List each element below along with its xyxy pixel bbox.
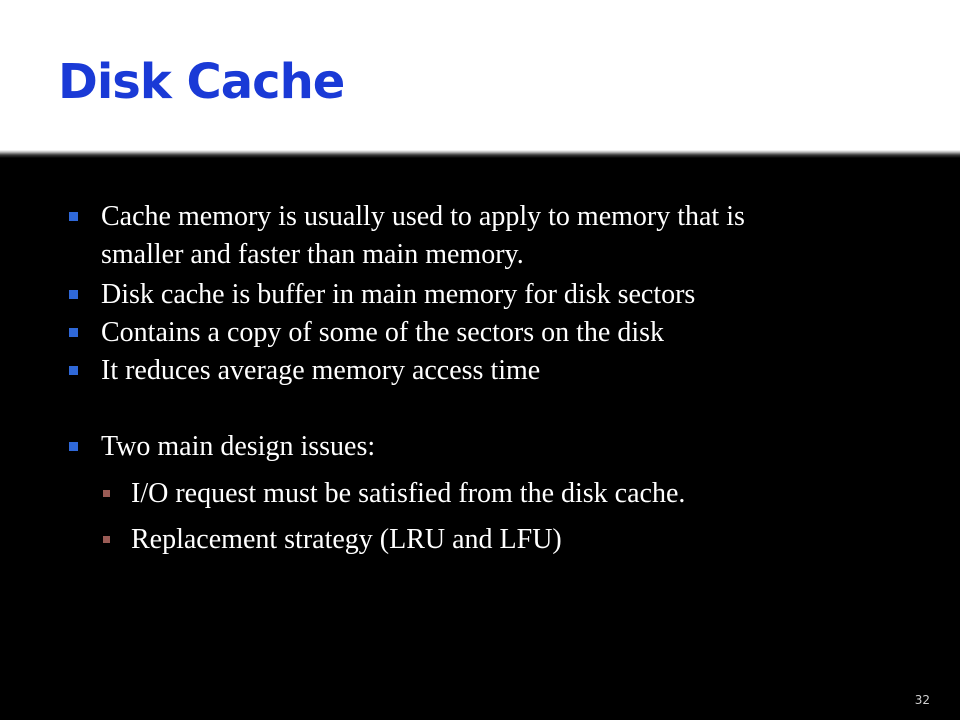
bullet-list: Cache memory is usually used to apply to…	[0, 0, 960, 720]
small-square-bullet-icon	[103, 490, 110, 497]
bullet-text: Disk cache is buffer in main memory for …	[101, 279, 696, 310]
sub-bullet-text: I/O request must be satisfied from the d…	[131, 478, 686, 509]
square-bullet-icon	[69, 366, 78, 375]
square-bullet-icon	[69, 212, 78, 221]
square-bullet-icon	[69, 442, 78, 451]
page-number: 32	[914, 693, 930, 707]
square-bullet-icon	[69, 328, 78, 337]
sub-bullet-text: Replacement strategy (LRU and LFU)	[131, 524, 562, 555]
square-bullet-icon	[69, 290, 78, 299]
sub-bullet-item: Replacement strategy (LRU and LFU)	[103, 521, 562, 559]
bullet-text-line2: smaller and faster than main memory.	[101, 239, 524, 270]
bullet-item: It reduces average memory access time	[69, 352, 541, 390]
bullet-item: Cache memory is usually used to apply to…	[69, 198, 745, 274]
small-square-bullet-icon	[103, 536, 110, 543]
bullet-text: It reduces average memory access time	[101, 355, 541, 386]
bullet-item: Contains a copy of some of the sectors o…	[69, 314, 665, 352]
bullet-item: Disk cache is buffer in main memory for …	[69, 276, 696, 314]
sub-bullet-item: I/O request must be satisfied from the d…	[103, 475, 686, 513]
slide: Disk Cache Cache memory is usually used …	[0, 0, 960, 720]
bullet-item: Two main design issues:	[69, 428, 376, 466]
bullet-text: Two main design issues:	[101, 431, 376, 462]
bullet-text: Contains a copy of some of the sectors o…	[101, 317, 665, 348]
bullet-text-line1: Cache memory is usually used to apply to…	[101, 201, 745, 232]
